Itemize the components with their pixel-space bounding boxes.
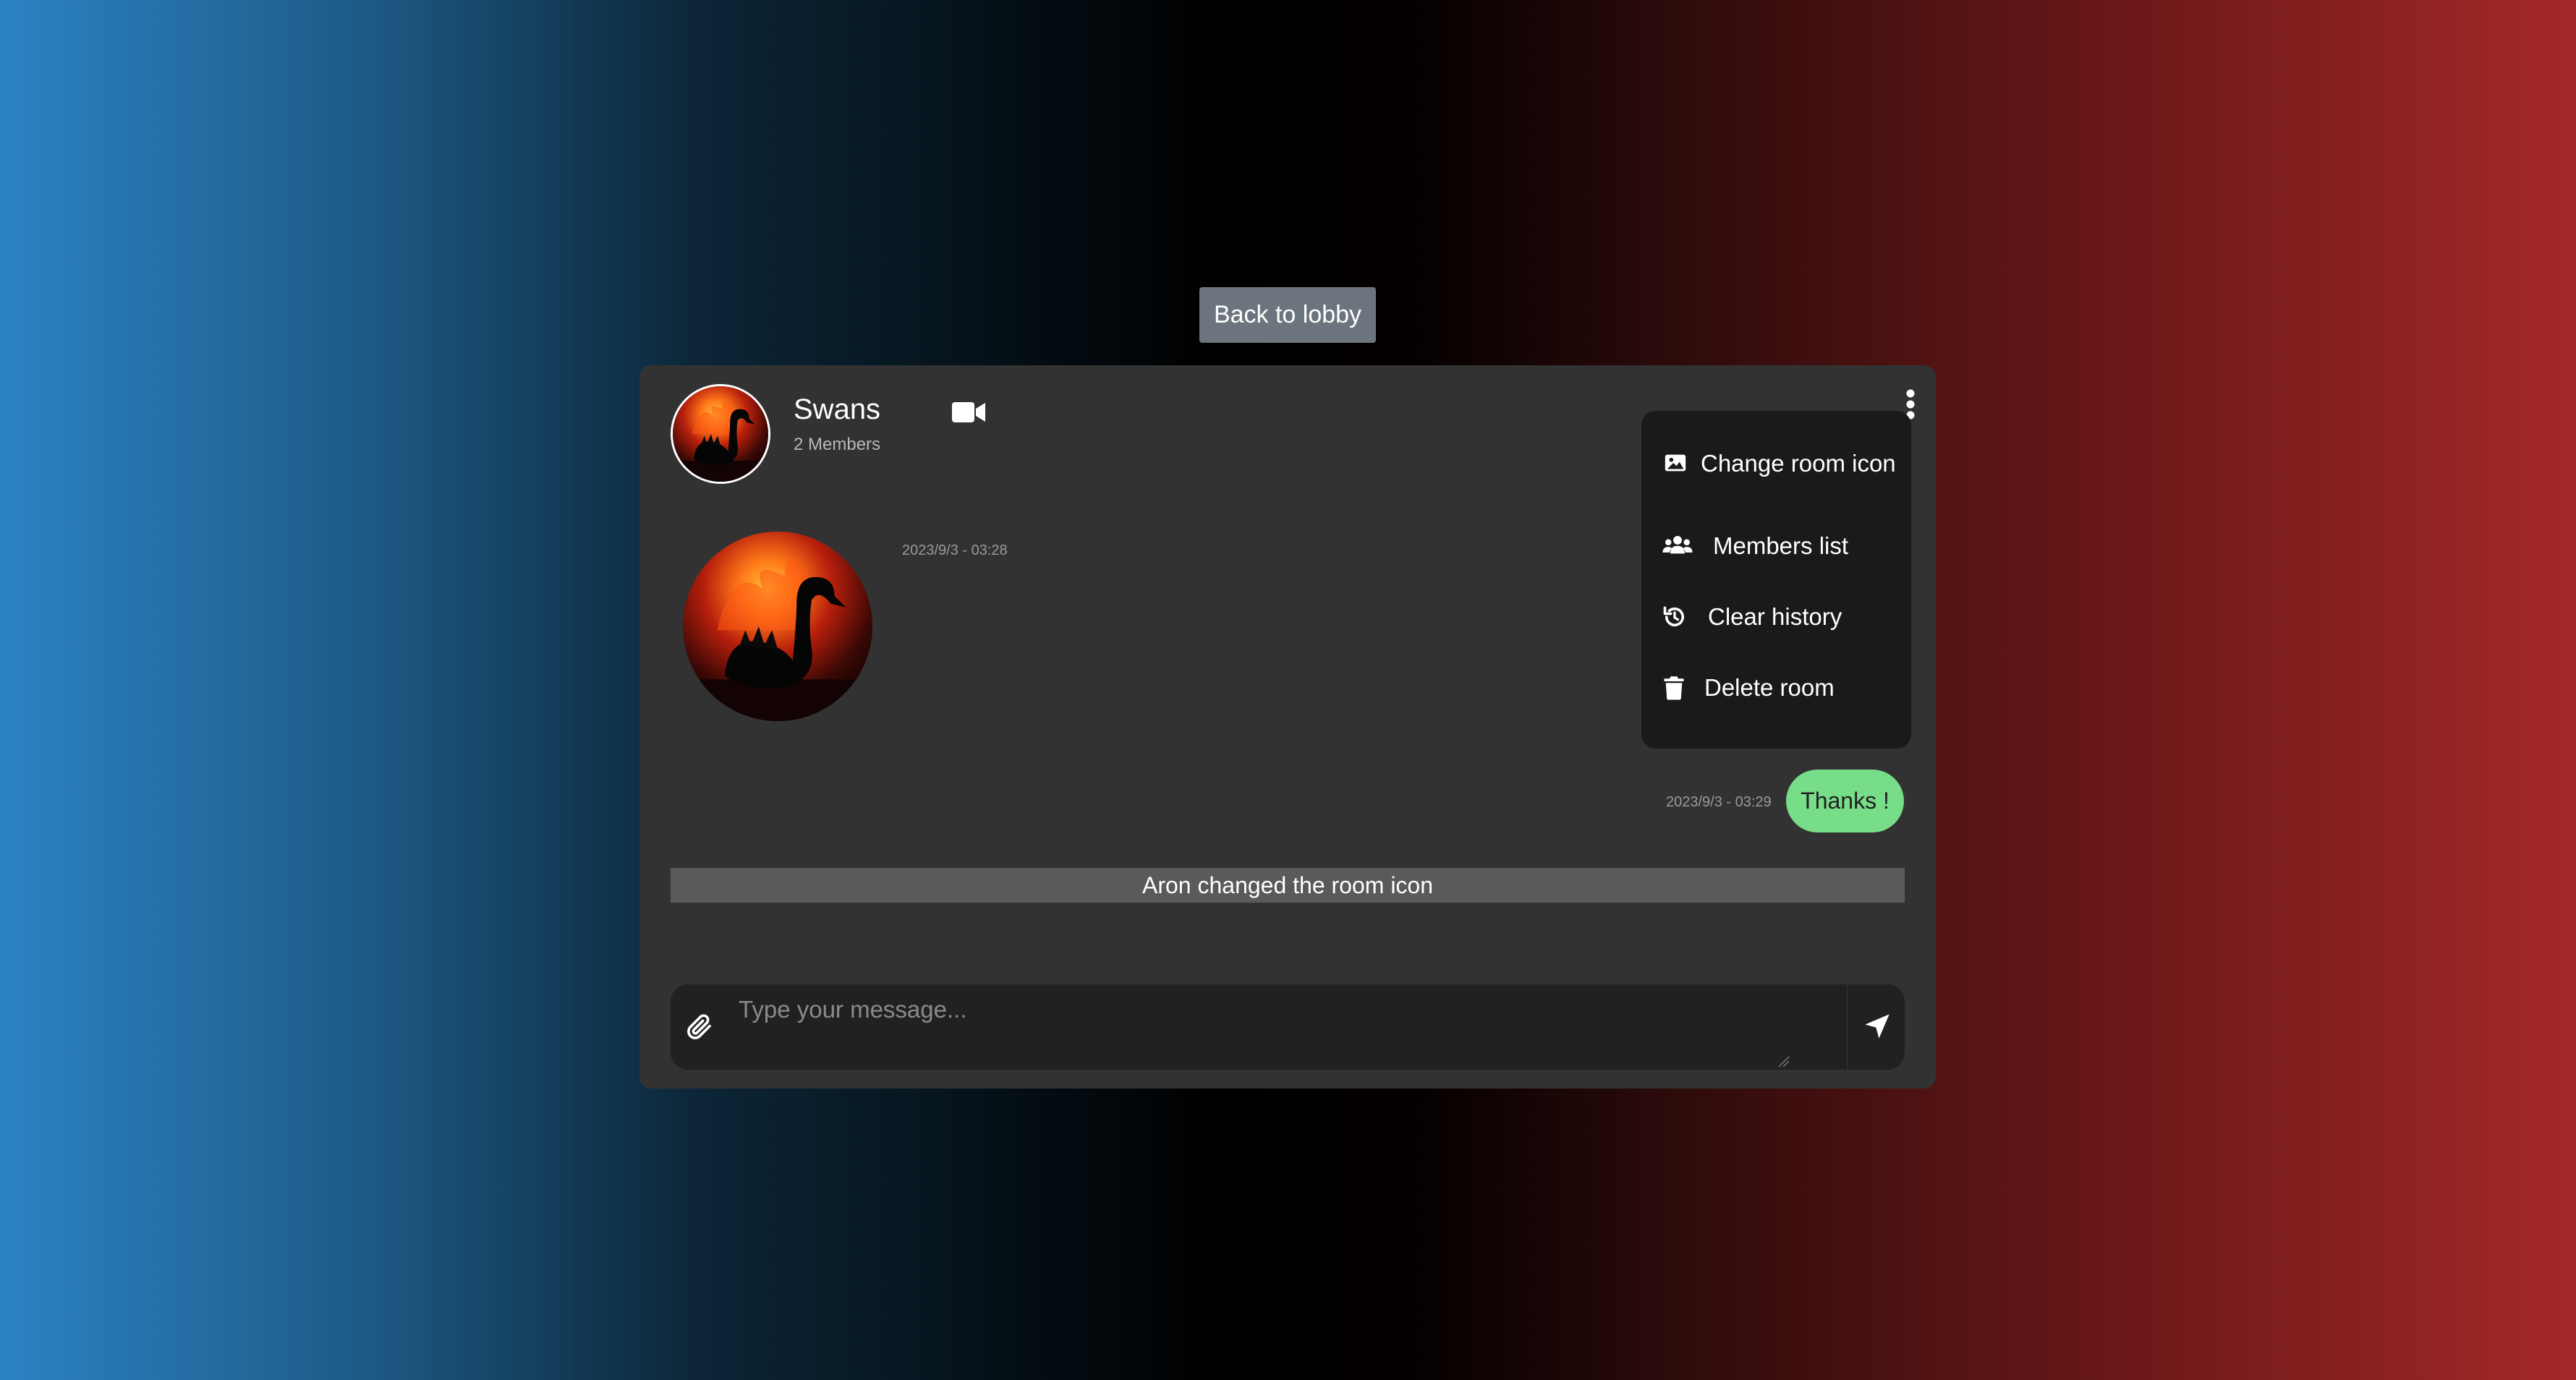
back-to-lobby-button[interactable]: Back to lobby	[1199, 287, 1376, 343]
menu-item-label: Delete room	[1704, 674, 1835, 701]
room-options-menu: Change room icon Members list Clear hist…	[1641, 411, 1911, 749]
image-icon	[1665, 454, 1686, 472]
outgoing-message-bubble: Thanks !	[1786, 770, 1904, 832]
resize-grip-icon[interactable]	[1776, 1054, 1790, 1068]
swan-fire-image	[673, 386, 768, 482]
menu-item-label: Members list	[1713, 532, 1849, 559]
video-camera-icon	[952, 402, 985, 422]
message-timestamp: 2023/9/3 - 03:29	[1666, 794, 1772, 810]
paperclip-icon	[687, 1014, 711, 1039]
system-notice: Aron changed the room icon	[671, 868, 1905, 903]
message-composer	[671, 984, 1905, 1070]
menu-item-label: Change room icon	[1701, 450, 1896, 477]
message-input[interactable]	[728, 984, 1792, 1070]
video-call-button[interactable]	[952, 398, 987, 427]
swan-fire-image	[683, 532, 872, 721]
room-name: Swans	[794, 393, 881, 425]
users-icon	[1662, 535, 1693, 554]
menu-item-label: Clear history	[1708, 603, 1842, 630]
menu-item-change-room-icon[interactable]: Change room icon	[1641, 435, 1911, 493]
trash-icon	[1664, 676, 1684, 700]
room-member-count: 2 Members	[794, 435, 881, 454]
send-button[interactable]	[1847, 984, 1905, 1070]
room-avatar[interactable]	[671, 384, 770, 484]
menu-item-clear-history[interactable]: Clear history	[1641, 588, 1911, 646]
history-icon	[1663, 606, 1685, 626]
menu-item-delete-room[interactable]: Delete room	[1641, 659, 1911, 717]
attach-button[interactable]	[671, 984, 728, 1070]
send-icon	[1865, 1014, 1890, 1039]
menu-item-members-list[interactable]: Members list	[1641, 517, 1911, 575]
message-timestamp: 2023/9/3 - 03:28	[902, 542, 1008, 558]
image-message[interactable]	[683, 532, 872, 721]
